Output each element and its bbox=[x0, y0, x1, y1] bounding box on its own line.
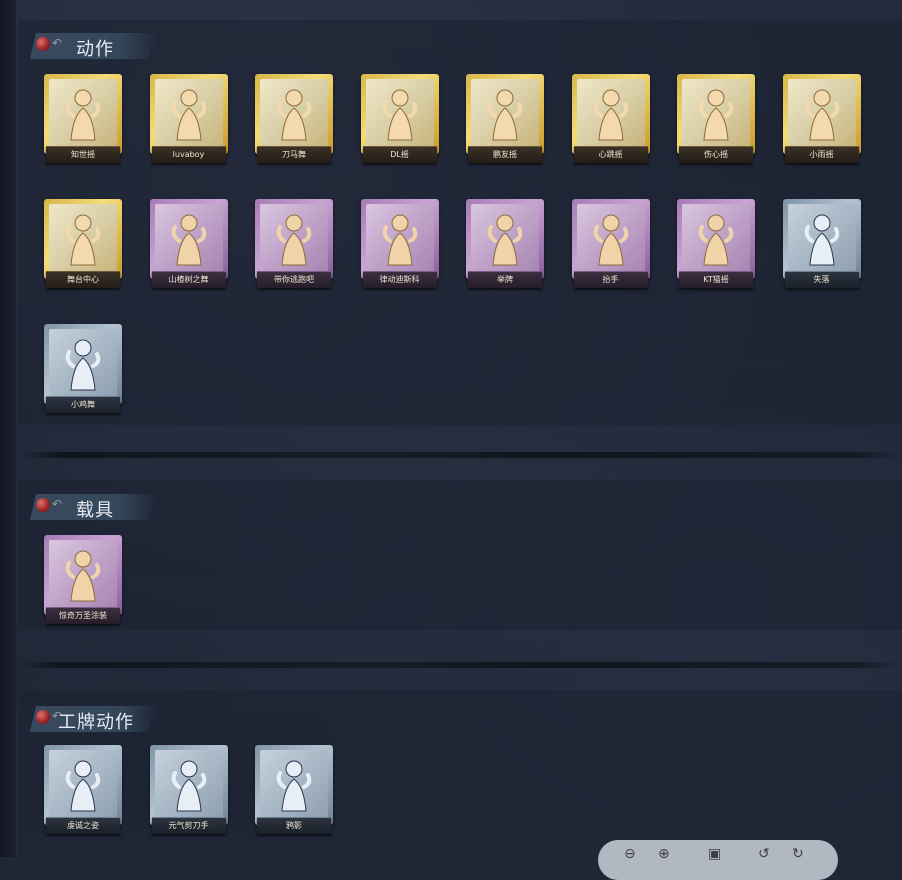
item-frame bbox=[149, 199, 228, 279]
zoom-in-icon[interactable]: ⊕ bbox=[658, 846, 670, 862]
item-card[interactable]: 鹏友摇 bbox=[464, 72, 548, 170]
item-frame bbox=[44, 324, 122, 404]
item-frame bbox=[677, 74, 755, 154]
item-frame bbox=[149, 745, 228, 825]
item-frame bbox=[44, 535, 122, 615]
section-header-badge-actions: ↶ 工牌动作 bbox=[30, 706, 158, 733]
item-label: 惊奇万圣涂装 bbox=[46, 607, 120, 624]
item-card[interactable]: 刀马舞 bbox=[253, 72, 337, 170]
item-label: KT猫摇 bbox=[679, 271, 753, 288]
item-label: 山楂树之舞 bbox=[151, 271, 226, 288]
item-card[interactable]: 抬手 bbox=[570, 197, 654, 295]
item-label: 刀马舞 bbox=[257, 146, 331, 163]
item-card[interactable]: luvaboy bbox=[148, 72, 232, 170]
item-frame bbox=[255, 745, 333, 825]
curl-icon: ↶ bbox=[52, 497, 63, 511]
item-label: 带你逃跑吧 bbox=[257, 271, 331, 288]
viewer-toolbar: ⊖ ⊕ ▣ ↺ ↻ bbox=[598, 840, 838, 880]
rotate-right-icon[interactable]: ↻ bbox=[792, 846, 804, 862]
item-label: 知世摇 bbox=[46, 146, 120, 163]
section-title: 工牌动作 bbox=[58, 712, 134, 733]
item-card[interactable]: DL摇 bbox=[359, 72, 443, 170]
fit-icon[interactable]: ▣ bbox=[708, 846, 721, 862]
item-frame bbox=[571, 199, 650, 279]
item-label: 舞台中心 bbox=[46, 271, 120, 288]
item-frame bbox=[677, 199, 755, 279]
item-frame bbox=[149, 74, 228, 154]
item-frame bbox=[466, 74, 544, 154]
item-card[interactable]: KT猫摇 bbox=[675, 197, 759, 295]
item-frame bbox=[782, 74, 861, 154]
item-label: luvaboy bbox=[151, 146, 226, 163]
item-frame bbox=[255, 199, 333, 279]
item-frame bbox=[360, 74, 439, 154]
section-header-actions: ↶ 动作 bbox=[30, 33, 158, 60]
item-frame bbox=[782, 199, 861, 279]
item-frame bbox=[360, 199, 439, 279]
section-title: 载具 bbox=[76, 500, 114, 521]
rotate-left-icon[interactable]: ↺ bbox=[758, 846, 770, 862]
item-card[interactable]: 鸦影 bbox=[253, 743, 337, 841]
item-label: 鹏友摇 bbox=[468, 146, 542, 163]
item-label: 鸦影 bbox=[257, 817, 331, 834]
item-frame bbox=[44, 199, 122, 279]
item-frame bbox=[571, 74, 650, 154]
section-divider bbox=[18, 662, 902, 668]
item-label: 律动迪斯科 bbox=[362, 271, 437, 288]
item-card[interactable]: 山楂树之舞 bbox=[148, 197, 232, 295]
item-frame bbox=[255, 74, 333, 154]
item-card[interactable]: 律动迪斯科 bbox=[359, 197, 443, 295]
zoom-out-icon[interactable]: ⊖ bbox=[624, 846, 636, 862]
section-divider bbox=[18, 452, 902, 458]
item-card[interactable]: 失落 bbox=[781, 197, 865, 295]
section-title: 动作 bbox=[76, 39, 114, 60]
item-frame bbox=[466, 199, 544, 279]
curl-icon: ↶ bbox=[52, 36, 63, 50]
item-card[interactable]: 举牌 bbox=[464, 197, 548, 295]
item-frame bbox=[44, 745, 122, 825]
item-label: 心跳摇 bbox=[573, 146, 648, 163]
pin-icon bbox=[36, 710, 50, 724]
item-card[interactable]: 小鸡舞 bbox=[42, 322, 126, 420]
item-label: 举牌 bbox=[468, 271, 542, 288]
item-frame bbox=[44, 74, 122, 154]
item-label: 失落 bbox=[784, 271, 859, 288]
item-label: 小雨摇 bbox=[784, 146, 859, 163]
item-card[interactable]: 带你逃跑吧 bbox=[253, 197, 337, 295]
section-header-vehicles: ↶ 载具 bbox=[30, 494, 158, 521]
pin-icon bbox=[36, 498, 50, 512]
item-card[interactable]: 伤心摇 bbox=[675, 72, 759, 170]
item-label: 抬手 bbox=[573, 271, 648, 288]
item-label: 伤心摇 bbox=[679, 146, 753, 163]
item-card[interactable]: 元气剪刀手 bbox=[148, 743, 232, 841]
item-label: 小鸡舞 bbox=[46, 396, 120, 413]
item-label: DL摇 bbox=[362, 146, 437, 163]
item-label: 元气剪刀手 bbox=[151, 817, 226, 834]
left-edge bbox=[0, 0, 16, 857]
pin-icon bbox=[36, 37, 50, 51]
item-card[interactable]: 知世摇 bbox=[42, 72, 126, 170]
item-card[interactable]: 虔诚之姿 bbox=[42, 743, 126, 841]
item-card[interactable]: 心跳摇 bbox=[570, 72, 654, 170]
item-card[interactable]: 小雨摇 bbox=[781, 72, 865, 170]
item-card[interactable]: 惊奇万圣涂装 bbox=[42, 533, 126, 631]
item-card[interactable]: 舞台中心 bbox=[42, 197, 126, 295]
item-label: 虔诚之姿 bbox=[46, 817, 120, 834]
